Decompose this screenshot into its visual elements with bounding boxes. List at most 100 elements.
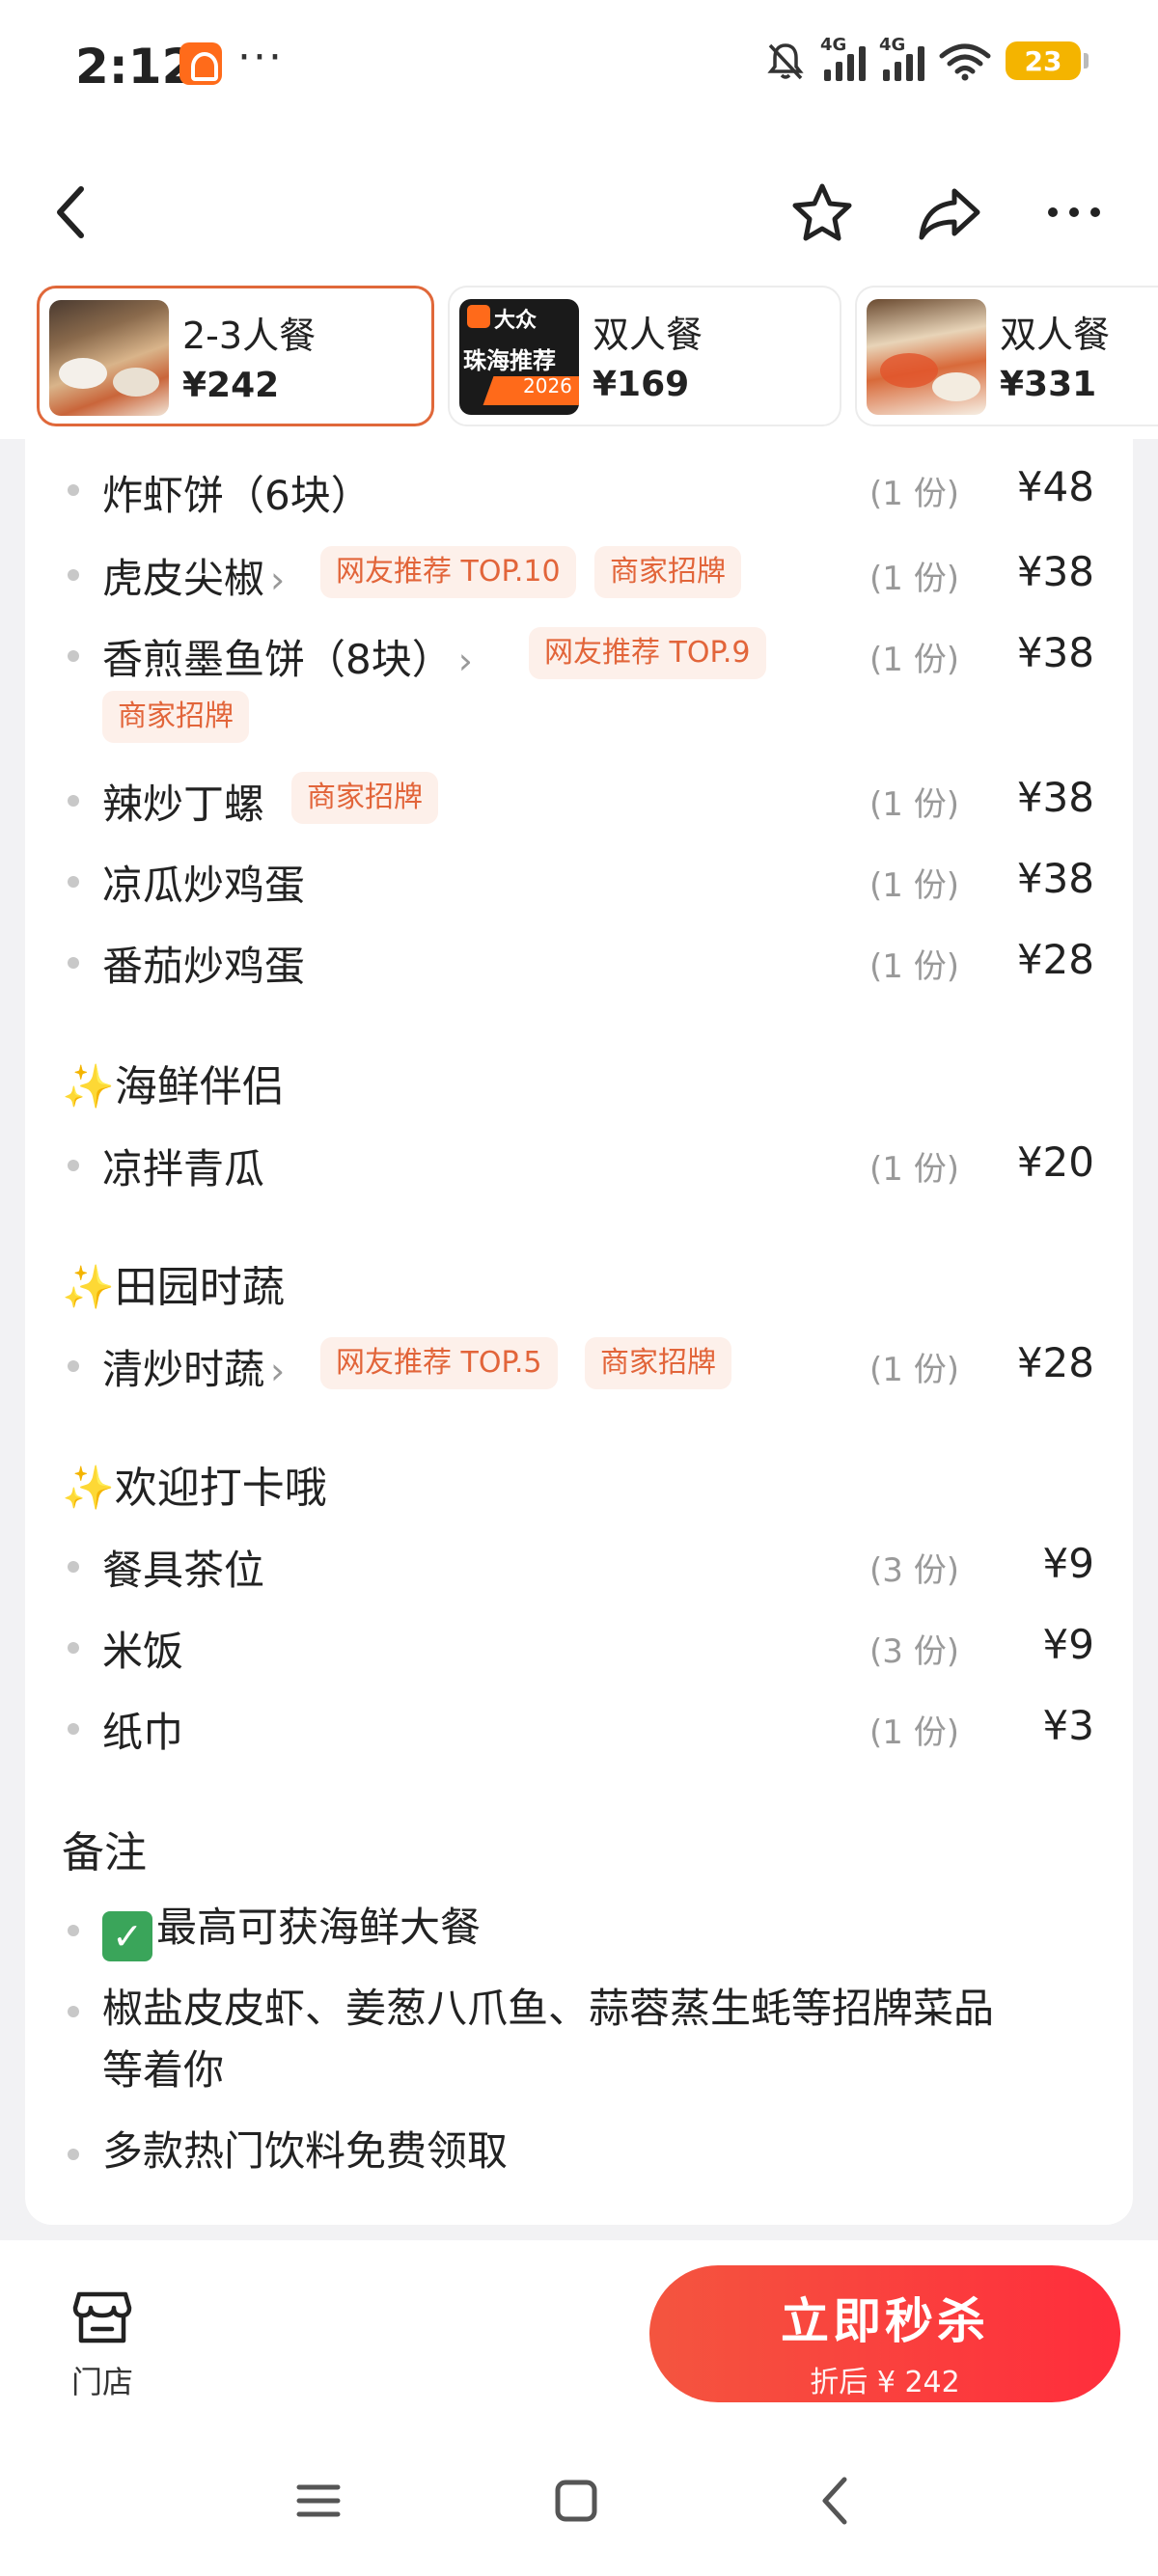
bullet bbox=[68, 1642, 79, 1654]
dish-qty: (1 份) bbox=[869, 475, 959, 513]
package-thumb-1 bbox=[49, 300, 169, 416]
chevron-right-icon: › bbox=[270, 1350, 286, 1392]
dish-price: ¥3 bbox=[1042, 1702, 1094, 1749]
dish-name: 凉拌青瓜 bbox=[102, 1145, 265, 1192]
tag-signature: 商家招牌 bbox=[585, 1337, 731, 1389]
status-icons: 4G 4G 23 bbox=[764, 35, 1089, 85]
dish-qty: (1 份) bbox=[869, 1351, 959, 1389]
dish-name: 凉瓜炒鸡蛋 bbox=[102, 862, 306, 909]
dish-price: ¥38 bbox=[1016, 629, 1094, 676]
store-label: 门店 bbox=[70, 2364, 133, 2400]
dish-qty: (1 份) bbox=[869, 1150, 959, 1189]
package-tab-2-price: ¥169 bbox=[593, 365, 690, 404]
menu-row: 纸巾 (1 份) ¥3 bbox=[25, 1692, 1133, 1760]
signal-1-icon: 4G bbox=[820, 35, 866, 81]
signal-2-label: 4G bbox=[879, 35, 906, 55]
dish-price: ¥38 bbox=[1016, 855, 1094, 902]
dish-price: ¥9 bbox=[1042, 1540, 1094, 1587]
dish-name: 虎皮尖椒 › bbox=[102, 555, 286, 602]
menu-row[interactable]: 清炒时蔬 › 网友推荐 TOP.5 商家招牌 (1 份) ¥28 bbox=[25, 1329, 1133, 1397]
dish-name: 番茄炒鸡蛋 bbox=[102, 943, 306, 990]
bullet bbox=[68, 2149, 79, 2160]
store-button[interactable]: 门店 bbox=[64, 2288, 141, 2402]
star-icon[interactable] bbox=[784, 174, 861, 251]
bullet bbox=[68, 484, 79, 496]
dish-qty: (3 份) bbox=[869, 1551, 959, 1590]
bullet bbox=[68, 1561, 79, 1573]
package-thumb-2: 大众 珠海推荐 2026 bbox=[459, 299, 579, 415]
package-tab-1-price: ¥242 bbox=[182, 366, 280, 405]
note-line: ✓ 最高可获海鲜大餐 bbox=[102, 1895, 481, 1961]
dish-name: 纸巾 bbox=[102, 1709, 184, 1756]
back-arrow-icon[interactable] bbox=[33, 174, 110, 251]
tag-signature: 商家招牌 bbox=[594, 546, 741, 598]
menu-row: 餐具茶位 (3 份) ¥9 bbox=[25, 1530, 1133, 1598]
more-icon[interactable] bbox=[1035, 174, 1113, 251]
menu-row[interactable]: 香煎墨鱼饼（8块） › 网友推荐 TOP.9 商家招牌 (1 份) ¥38 bbox=[25, 619, 1133, 745]
package-tab-1[interactable]: 2-3人餐 ¥242 bbox=[37, 286, 434, 426]
package-thumb-2-year: 2026 bbox=[523, 374, 572, 397]
menu-row: 炸虾饼（6块） (1 份) ¥48 bbox=[25, 453, 1133, 521]
dish-qty: (1 份) bbox=[869, 866, 959, 905]
chevron-right-icon: › bbox=[457, 640, 473, 682]
share-icon[interactable] bbox=[911, 174, 988, 251]
back-nav-icon[interactable] bbox=[801, 2467, 868, 2535]
dish-price: ¥38 bbox=[1016, 774, 1094, 821]
dish-name: 辣炒丁螺 bbox=[102, 781, 265, 828]
dish-qty: (1 份) bbox=[869, 947, 959, 986]
menu-row[interactable]: 辣炒丁螺 商家招牌 (1 份) ¥38 bbox=[25, 764, 1133, 832]
sparkle-icon: ✨ bbox=[62, 1263, 115, 1312]
package-tab-3-name: 双人餐 bbox=[1000, 314, 1111, 356]
sparkle-icon: ✨ bbox=[62, 1062, 115, 1111]
package-thumb-2-title: 珠海推荐 bbox=[463, 347, 556, 374]
dish-name: 米饭 bbox=[102, 1628, 184, 1675]
menu-nav-icon[interactable] bbox=[285, 2467, 352, 2535]
package-tab-2[interactable]: 大众 珠海推荐 2026 双人餐 ¥169 bbox=[448, 286, 841, 426]
menu-row: 米饭 (3 份) ¥9 bbox=[25, 1611, 1133, 1679]
dish-qty: (1 份) bbox=[869, 1713, 959, 1752]
home-nav-icon[interactable] bbox=[542, 2467, 610, 2535]
section-title: ✨欢迎打卡哦 bbox=[62, 1464, 327, 1513]
menu-row: 凉拌青瓜 (1 份) ¥20 bbox=[25, 1129, 1133, 1196]
dish-qty: (1 份) bbox=[869, 641, 959, 679]
package-tab-1-name: 2-3人餐 bbox=[182, 315, 317, 357]
app-notification-icon bbox=[179, 42, 222, 85]
buy-now-button[interactable]: 立即秒杀 折后 ¥ 242 bbox=[649, 2265, 1120, 2402]
signal-1-label: 4G bbox=[820, 35, 847, 55]
notes-title: 备注 bbox=[62, 1828, 147, 1877]
battery-indicator: 23 bbox=[1006, 41, 1089, 80]
dish-qty: (1 份) bbox=[869, 560, 959, 598]
dish-price: ¥9 bbox=[1042, 1621, 1094, 1668]
dish-qty: (3 份) bbox=[869, 1632, 959, 1671]
buy-now-label: 立即秒杀 bbox=[781, 2293, 989, 2349]
note-line: 等着你 bbox=[102, 2046, 225, 2094]
note-line: 多款热门饮料免费领取 bbox=[102, 2127, 509, 2175]
dish-name: 炸虾饼（6块） bbox=[102, 472, 372, 519]
package-tab-3-price: ¥331 bbox=[1000, 365, 1097, 404]
package-tab-3[interactable]: 双人餐 ¥331 bbox=[855, 286, 1158, 426]
system-nav-bar bbox=[0, 2424, 1158, 2576]
tag-signature: 商家招牌 bbox=[102, 691, 249, 743]
check-mark-icon: ✓ bbox=[102, 1911, 152, 1961]
menu-row: 番茄炒鸡蛋 (1 份) ¥28 bbox=[25, 926, 1133, 994]
bullet bbox=[68, 876, 79, 888]
package-tab-2-name: 双人餐 bbox=[593, 314, 703, 356]
dish-price: ¥48 bbox=[1016, 463, 1094, 510]
status-bar: 2:12 ··· 4G 4G 23 bbox=[0, 0, 1158, 125]
menu-row[interactable]: 虎皮尖椒 › 网友推荐 TOP.10 商家招牌 (1 份) ¥38 bbox=[25, 538, 1133, 606]
tag-top-rank: 网友推荐 TOP.10 bbox=[320, 546, 576, 598]
bullet bbox=[68, 1925, 79, 1936]
dish-name: 香煎墨鱼饼（8块） › bbox=[102, 636, 473, 683]
dish-name: 清炒时蔬 › bbox=[102, 1346, 286, 1393]
dish-qty: (1 份) bbox=[869, 785, 959, 824]
bullet bbox=[68, 795, 79, 807]
bullet bbox=[68, 569, 79, 581]
dish-price: ¥20 bbox=[1016, 1138, 1094, 1186]
store-icon bbox=[72, 2291, 132, 2343]
status-time: 2:12 bbox=[75, 39, 196, 95]
package-tabs: 2-3人餐 ¥242 大众 珠海推荐 2026 双人餐 ¥169 双人餐 ¥33… bbox=[0, 280, 1158, 439]
wifi-icon bbox=[939, 43, 991, 81]
bullet bbox=[68, 1360, 79, 1372]
mute-bell-icon bbox=[767, 43, 804, 80]
tag-top-rank: 网友推荐 TOP.9 bbox=[529, 627, 766, 679]
